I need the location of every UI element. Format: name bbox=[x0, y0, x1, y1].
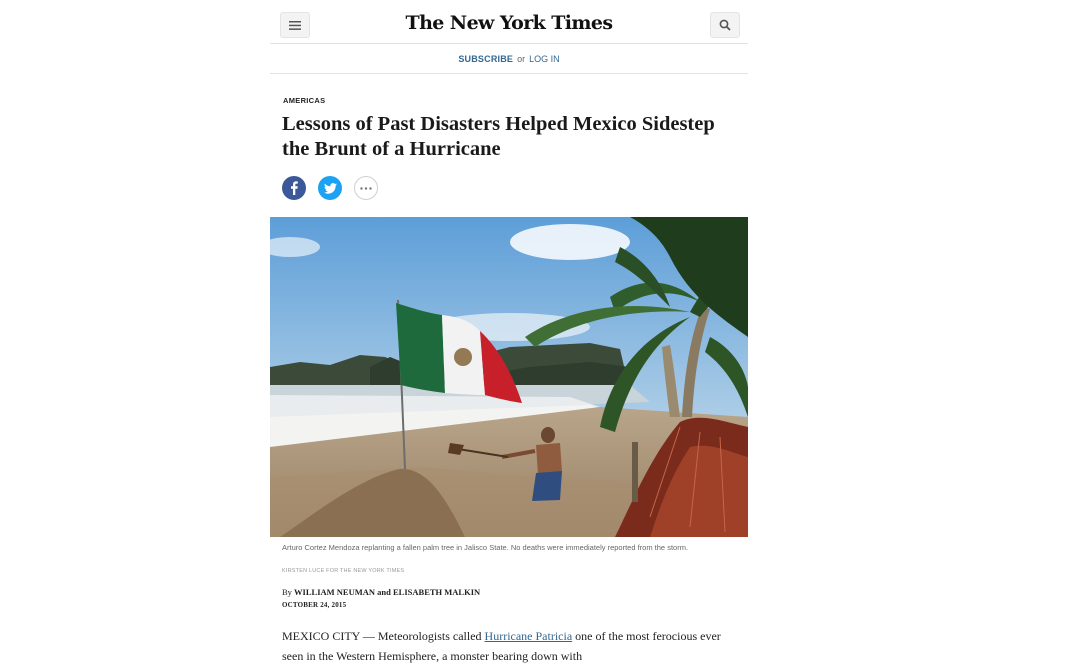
author-link-william-neuman[interactable]: WILLIAM NEUMAN bbox=[294, 587, 375, 597]
mobile-article-page: The New York Times SUBSCRIBE or LOG IN AME… bbox=[270, 0, 748, 666]
byline: By WILLIAM NEUMAN and ELISABETH MALKIN bbox=[282, 587, 480, 597]
share-facebook-button[interactable] bbox=[282, 176, 306, 200]
facebook-icon bbox=[291, 181, 298, 195]
publish-date: OCTOBER 24, 2015 bbox=[282, 601, 347, 609]
beach-flag-photo-illustration bbox=[270, 217, 748, 537]
login-link[interactable]: LOG IN bbox=[529, 54, 560, 64]
article-headline: Lessons of Past Disasters Helped Mexico … bbox=[282, 113, 715, 160]
body-lead-text: MEXICO CITY — Meteorologists called bbox=[282, 629, 482, 643]
article-lead-photo bbox=[270, 217, 748, 537]
byline-and: and bbox=[377, 587, 391, 597]
section-kicker[interactable]: AMERICAS bbox=[283, 96, 325, 105]
subscribe-link[interactable]: SUBSCRIBE bbox=[458, 54, 513, 64]
search-icon bbox=[719, 19, 731, 31]
photo-credit: KIRSTEN LUCE FOR THE NEW YORK TIMES bbox=[282, 568, 405, 574]
nyt-logo[interactable]: The New York Times bbox=[270, 12, 748, 34]
more-ellipsis-icon bbox=[360, 186, 372, 190]
twitter-icon bbox=[323, 182, 337, 194]
search-button[interactable] bbox=[710, 12, 740, 38]
author-link-elisabeth-malkin[interactable]: ELISABETH MALKIN bbox=[393, 587, 480, 597]
top-navigation-bar: The New York Times bbox=[270, 0, 748, 44]
photo-caption: Arturo Cortez Mendoza replanting a falle… bbox=[282, 543, 689, 552]
article-body-paragraph: MEXICO CITY — Meteorologists called Hurr… bbox=[282, 626, 742, 666]
or-text: or bbox=[517, 54, 526, 64]
share-more-button[interactable] bbox=[354, 176, 378, 200]
hurricane-patricia-link[interactable]: Hurricane Patricia bbox=[485, 629, 573, 643]
byline-prefix: By bbox=[282, 587, 292, 597]
subscribe-login-bar: SUBSCRIBE or LOG IN bbox=[270, 44, 748, 74]
share-twitter-button[interactable] bbox=[318, 176, 342, 200]
